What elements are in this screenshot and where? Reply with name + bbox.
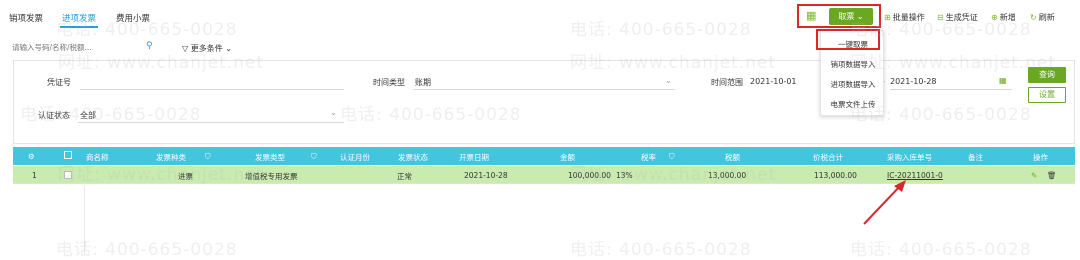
more-conditions-toggle[interactable]: ▽ 更多条件 ⌄	[182, 43, 232, 54]
header-cert-month: 认证月份	[340, 153, 370, 162]
row-checkbox[interactable]	[64, 171, 72, 179]
batch-icon: ⊞	[884, 13, 891, 22]
header-name: 商名称	[86, 153, 109, 162]
cell-date: 2021-10-28	[464, 171, 508, 180]
header-remark: 备注	[968, 153, 983, 162]
highlight-box-one-click-take	[816, 29, 880, 50]
refresh-icon: ↻	[1030, 13, 1037, 22]
menu-item-e-invoice-upload[interactable]: 电票文件上传	[821, 99, 885, 110]
header-status: 发票状态	[398, 153, 428, 162]
select-all-checkbox[interactable]	[64, 151, 72, 159]
batch-operation-button[interactable]: ⊞ 批量操作	[884, 12, 925, 23]
table-row[interactable]: 1 进票 增值税专用发票 正常 2021-10-28 100,000.00 13…	[13, 166, 1075, 184]
gear-icon[interactable]: ⚙	[28, 152, 35, 161]
header-kind: 发票种类	[156, 153, 186, 162]
filter-icon[interactable]: ⛉	[311, 152, 317, 162]
menu-item-purchase-data-import[interactable]: 进项数据导入	[821, 79, 885, 90]
time-type-select[interactable]: 账期	[415, 77, 431, 88]
more-conditions-label: 更多条件	[190, 44, 223, 53]
refresh-label: 刷新	[1038, 13, 1055, 22]
tab-purchase-invoice[interactable]: 进项发票	[62, 12, 96, 24]
cell-tax: 13,000.00	[708, 171, 747, 180]
tab-sales-invoice[interactable]: 销项发票	[9, 12, 43, 24]
chevron-down-icon[interactable]: ⌄	[330, 108, 337, 117]
header-date: 开票日期	[459, 153, 489, 162]
cell-kind: 进票	[178, 172, 193, 181]
date-to-underline	[890, 89, 1012, 90]
header-type: 发票类型	[255, 153, 285, 162]
filter-icon[interactable]: ⛉	[205, 152, 211, 162]
calendar-icon[interactable]: ▦	[999, 76, 1007, 85]
table-header: ⚙ 商名称 发票种类 ⛉ 发票类型 ⛉ 认证月份 发票状态 开票日期 金额 税率…	[13, 147, 1075, 165]
voucher-no-label: 凭证号	[47, 78, 71, 87]
cert-status-label: 认证状态	[38, 111, 70, 120]
voucher-no-field[interactable]	[80, 89, 344, 90]
new-button[interactable]: ⊕ 新增	[991, 12, 1016, 23]
date-from-input[interactable]: 2021-10-01	[750, 77, 797, 86]
header-actions: 操作	[1033, 153, 1048, 162]
refresh-button[interactable]: ↻ 刷新	[1030, 12, 1055, 23]
query-button[interactable]: 查询	[1028, 67, 1066, 83]
trash-icon[interactable]: 🗑	[1047, 171, 1057, 180]
chevron-down-icon[interactable]: ⌄	[665, 76, 672, 85]
cell-rate: 13%	[616, 171, 633, 180]
row-index: 1	[32, 171, 37, 180]
time-type-label: 时间类型	[373, 78, 405, 87]
watermark-phone: 电话: 400-665-0028	[850, 240, 1032, 260]
annotation-arrow	[863, 180, 906, 225]
time-range-label: 时间范围	[711, 78, 743, 87]
plus-circle-icon: ⊕	[991, 13, 998, 22]
cert-status-underline	[78, 122, 344, 123]
generate-voucher-button[interactable]: ⊟ 生成凭证	[937, 12, 978, 23]
cell-type: 增值税专用发票	[245, 172, 298, 181]
generate-voucher-label: 生成凭证	[945, 13, 978, 22]
chevron-down-icon: ⌄	[225, 44, 232, 53]
watermark-phone: 电话: 400-665-0028	[570, 240, 752, 260]
cell-total: 113,000.00	[814, 171, 857, 180]
filter-icon[interactable]: ⛉	[669, 152, 675, 162]
time-type-underline	[413, 89, 675, 90]
cell-status: 正常	[397, 172, 412, 181]
search-input[interactable]	[12, 40, 160, 54]
filter-icon: ▽	[182, 44, 189, 53]
batch-operation-label: 批量操作	[892, 13, 925, 22]
new-label: 新增	[999, 13, 1016, 22]
highlight-box-take-button	[797, 4, 881, 28]
search-icon[interactable]: ⚲	[146, 41, 153, 51]
active-tab-indicator	[60, 26, 98, 28]
menu-item-sales-data-import[interactable]: 销项数据导入	[821, 59, 885, 70]
header-tax: 税额	[725, 153, 740, 162]
header-amount: 金额	[560, 153, 575, 162]
search-bar: ⚲ ▽ 更多条件 ⌄	[0, 36, 1080, 56]
header-purchase-no: 采购入库单号	[887, 153, 932, 162]
column-divider	[84, 186, 85, 255]
date-to-input[interactable]: 2021-10-28	[890, 77, 937, 86]
settings-button[interactable]: 设置	[1028, 87, 1066, 103]
voucher-icon: ⊟	[937, 13, 944, 22]
filter-panel	[13, 60, 1075, 144]
cert-status-select[interactable]: 全部	[80, 110, 96, 121]
edit-icon[interactable]: ✎	[1031, 171, 1037, 180]
cell-amount: 100,000.00	[568, 171, 611, 180]
tab-expense-receipt[interactable]: 费用小票	[116, 12, 150, 24]
header-total: 价税合计	[813, 153, 843, 162]
header-rate: 税率	[641, 153, 656, 162]
